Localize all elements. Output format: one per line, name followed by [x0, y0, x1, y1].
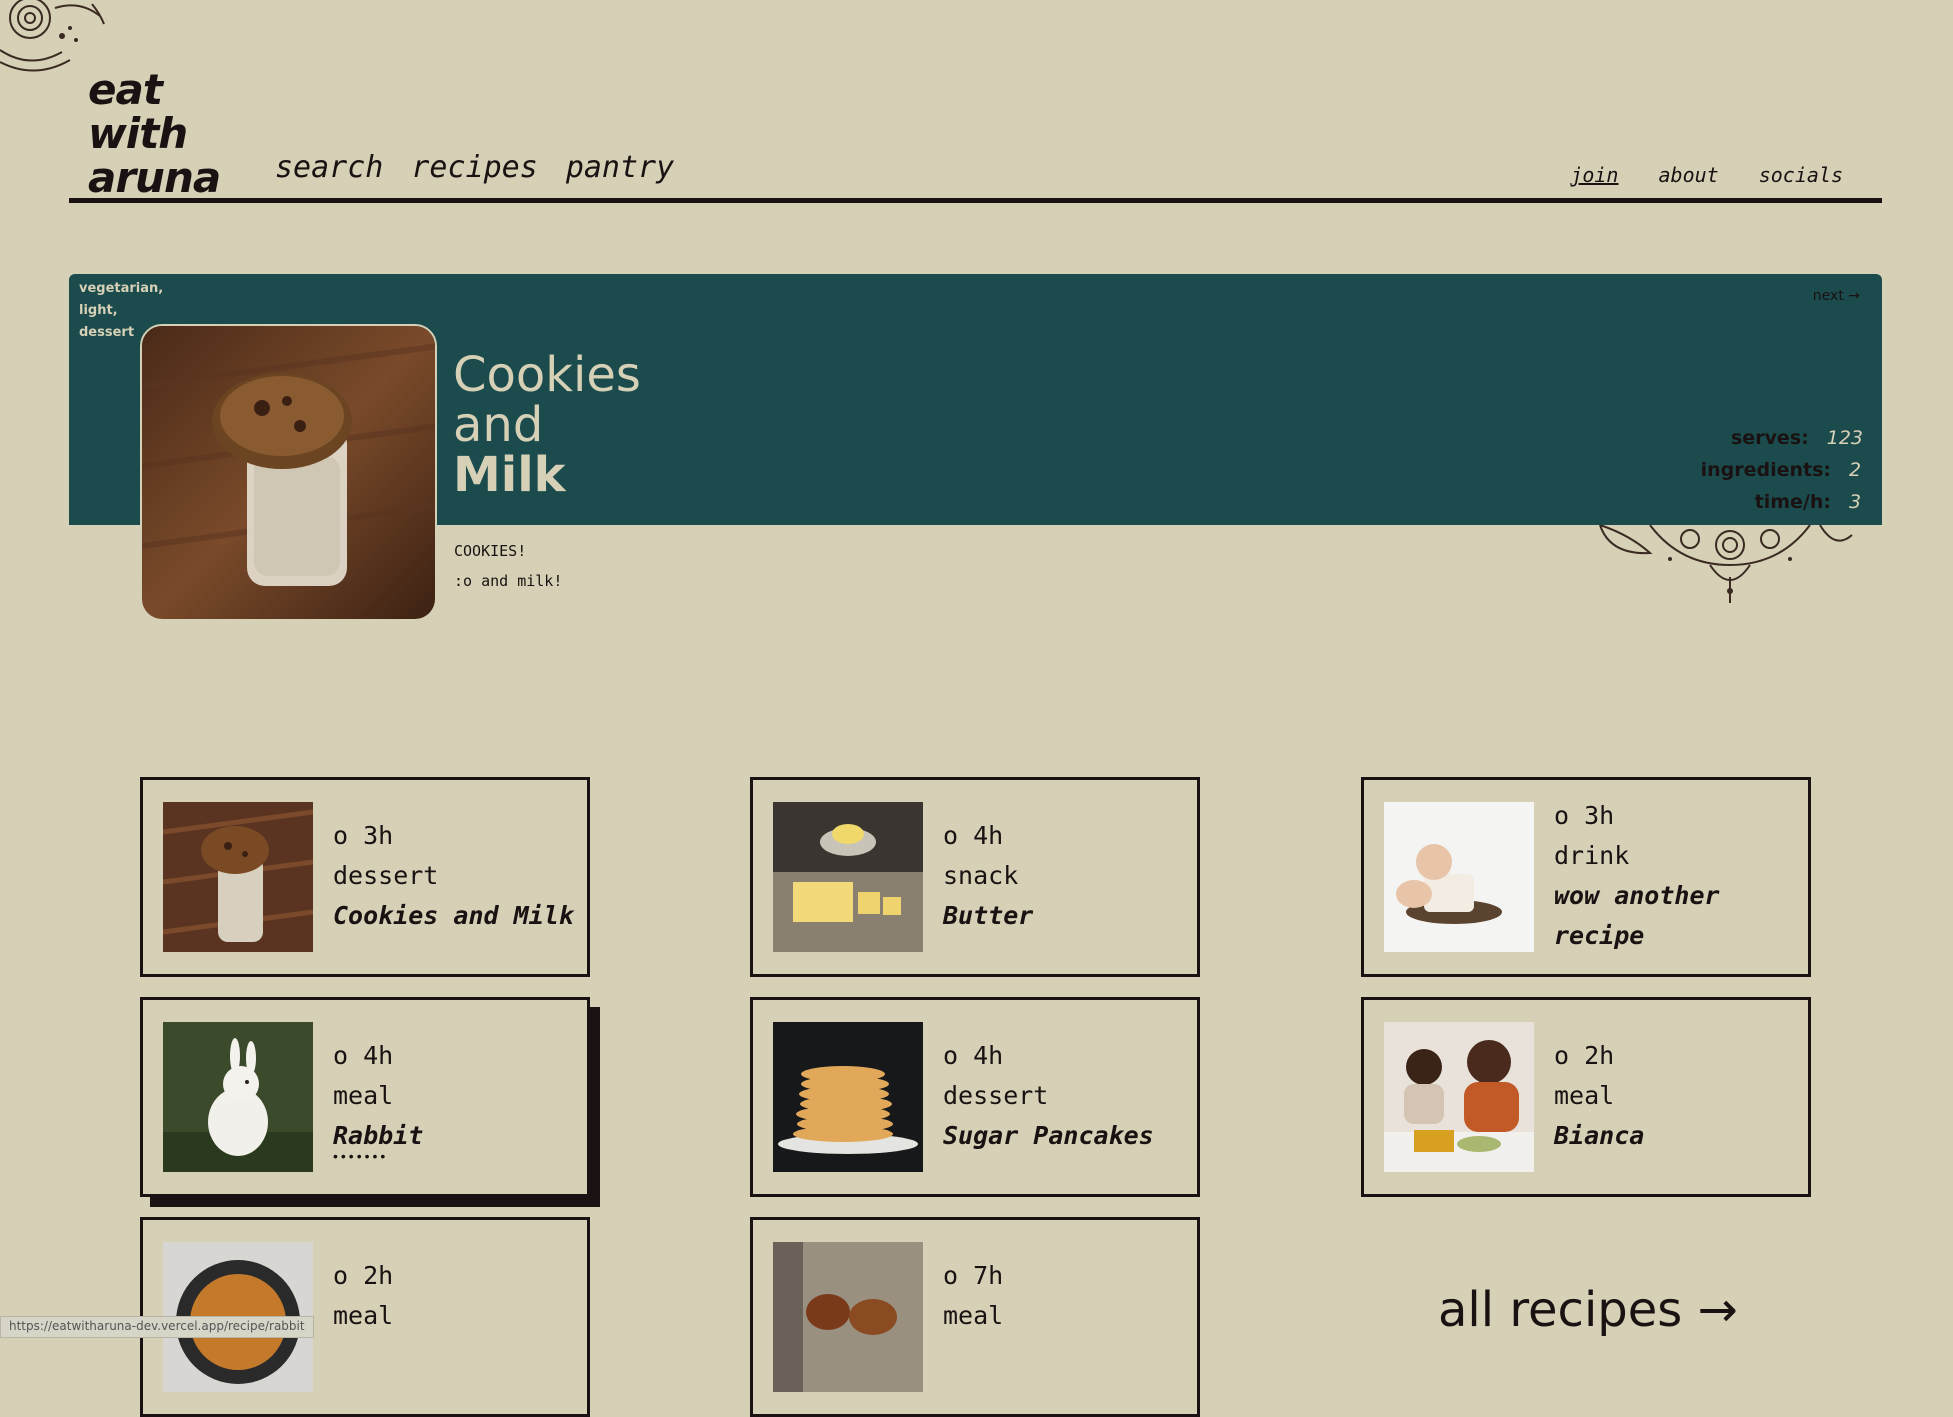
cookie-milk-photo [163, 802, 313, 952]
recipe-category: meal [333, 1081, 394, 1110]
header-divider [69, 198, 1882, 203]
recipe-time: o 4h [333, 1041, 394, 1070]
rabbit-photo [163, 1022, 313, 1172]
logo-line: with [88, 109, 188, 158]
recipe-thumbnail [1384, 802, 1534, 952]
recipe-category: meal [943, 1301, 1004, 1330]
recipe-card[interactable]: o 4h snack Butter [750, 777, 1200, 977]
stat-value: 2 [1849, 459, 1862, 481]
recipe-thumbnail [773, 802, 923, 952]
nav-about[interactable]: about [1658, 163, 1718, 187]
tag: light, [79, 303, 118, 318]
recipe-category: drink [1554, 841, 1630, 870]
recipe-time: o 2h [333, 1261, 394, 1290]
featured-recipe-title: Cookies and Milk [453, 350, 641, 500]
recipe-thumbnail [163, 802, 313, 952]
stat-value: 123 [1826, 427, 1863, 449]
main-nav: search recipes pantry [275, 150, 674, 185]
logo-line: aruna [88, 153, 221, 202]
chickens-photo [773, 1242, 923, 1392]
all-recipes-link[interactable]: all recipes → [1438, 1282, 1738, 1338]
stat-ingredients: ingredients: 2 [1701, 454, 1863, 486]
family-dinner-photo [1384, 1022, 1534, 1172]
recipe-thumbnail [163, 1022, 313, 1172]
stat-value: 3 [1849, 491, 1862, 513]
hover-dots: ••••••• [333, 1148, 389, 1164]
recipe-category: meal [1554, 1081, 1615, 1110]
pancakes-photo [773, 1022, 923, 1172]
recipe-title: Sugar Pancakes [943, 1121, 1154, 1150]
recipe-card[interactable]: o 4h meal Rabbit ••••••• [140, 997, 590, 1197]
next-recipe-link[interactable]: next → [1813, 288, 1860, 304]
recipe-category: dessert [333, 861, 439, 890]
description-line: :o and milk! [454, 572, 563, 590]
title-line: Cookies [453, 347, 641, 403]
title-line: Milk [453, 447, 566, 503]
nav-recipes[interactable]: recipes [411, 150, 537, 185]
recipe-thumbnail [773, 1242, 923, 1392]
recipe-description: COOKIES! :o and milk! [454, 536, 562, 596]
recipe-title: Bianca [1554, 1121, 1645, 1150]
recipe-time: o 2h [1554, 1041, 1615, 1070]
site-logo[interactable]: eat with aruna [88, 65, 221, 202]
recipe-thumbnail [773, 1022, 923, 1172]
recipe-time: o 7h [943, 1261, 1004, 1290]
recipe-category: meal [333, 1301, 394, 1330]
recipe-title: Cookies and Milk [333, 901, 574, 930]
baby-cake-photo [1384, 802, 1534, 952]
logo-line: eat [88, 65, 163, 114]
nav-socials[interactable]: socials [1759, 163, 1843, 187]
recipe-card[interactable]: o 3h dessert Cookies and Milk [140, 777, 590, 977]
recipe-time: o 3h [333, 821, 394, 850]
nav-pantry[interactable]: pantry [566, 150, 674, 185]
recipe-thumbnail [1384, 1022, 1534, 1172]
cookie-milk-photo [142, 326, 435, 619]
butter-photo [773, 802, 923, 952]
recipe-card[interactable]: o 3h drink wow another recipe [1361, 777, 1811, 977]
recipe-title: Butter [943, 901, 1034, 930]
paisley-ornament [1599, 525, 1853, 603]
recipe-card[interactable]: o 2h meal Bianca [1361, 997, 1811, 1197]
secondary-nav: join about socials [1570, 163, 1843, 187]
recipe-time: o 4h [943, 1041, 1004, 1070]
stat-serves: serves: 123 [1701, 422, 1863, 454]
tag: vegetarian, [79, 281, 164, 296]
description-line: COOKIES! [454, 542, 527, 560]
link-preview-status: https://eatwitharuna-dev.vercel.app/reci… [0, 1316, 314, 1338]
recipe-card[interactable]: o 4h dessert Sugar Pancakes [750, 997, 1200, 1197]
recipe-title: wow another recipe [1554, 881, 1720, 950]
featured-recipe-image[interactable] [140, 324, 437, 621]
nav-join[interactable]: join [1570, 163, 1618, 187]
nav-search[interactable]: search [275, 150, 383, 185]
stat-label: time/h: [1754, 491, 1831, 513]
recipe-card[interactable]: o 7h meal [750, 1217, 1200, 1417]
title-line: and [453, 397, 544, 453]
recipe-category: snack [943, 861, 1019, 890]
stat-time: time/h: 3 [1701, 486, 1863, 518]
stat-label: serves: [1730, 427, 1809, 449]
recipe-time: o 3h [1554, 801, 1615, 830]
recipe-category: dessert [943, 1081, 1049, 1110]
recipe-stats: serves: 123 ingredients: 2 time/h: 3 [1701, 422, 1863, 518]
recipe-time: o 4h [943, 821, 1004, 850]
stat-label: ingredients: [1700, 459, 1831, 481]
